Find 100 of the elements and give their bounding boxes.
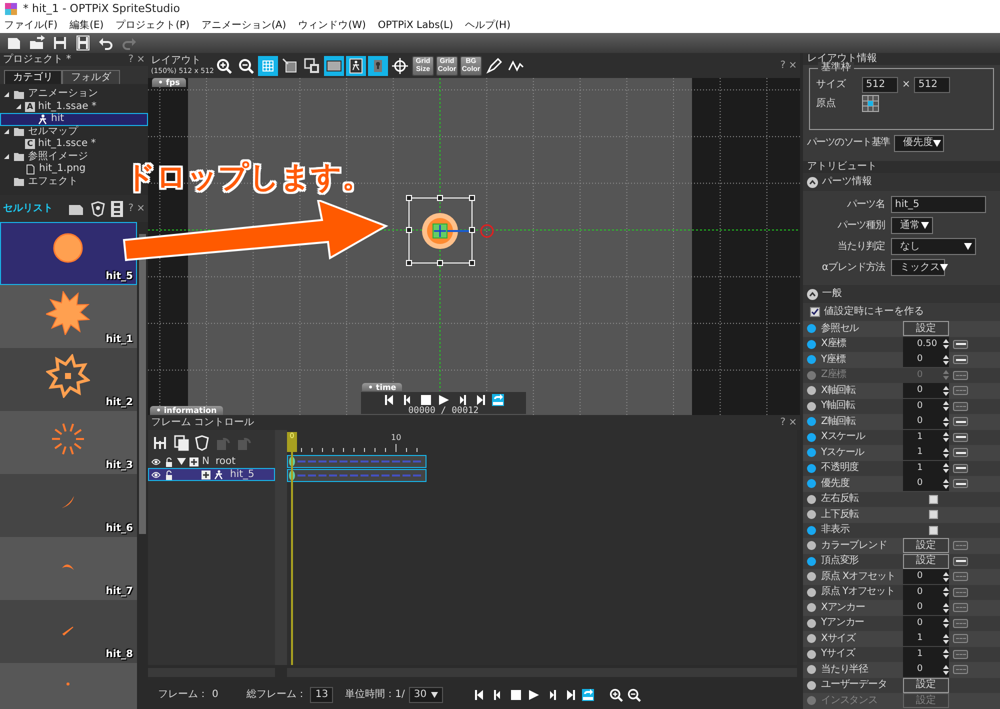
shield-icon[interactable] [90,200,106,216]
link-toggle[interactable] [953,556,968,566]
number-field[interactable]: 1 [903,460,949,476]
close-button[interactable]: × [136,202,145,214]
first-frame-icon[interactable] [384,394,396,406]
cell-item[interactable]: hit_1 [0,285,137,348]
tree-item[interactable]: C hit_1.ssce * [0,138,148,150]
expand-caret-icon[interactable] [177,457,186,466]
number-field[interactable]: 1 [903,430,949,445]
link-toggle[interactable] [953,417,968,426]
set-button[interactable]: 設定 [903,321,949,336]
number-field[interactable]: 0 [903,398,949,414]
tree-item[interactable]: 参照イメージ [0,150,148,163]
menu-item[interactable]: 編集(E) [70,20,104,32]
set-button[interactable]: 設定 [903,554,949,569]
menu-item[interactable]: OPTPiX Labs(L) [378,20,454,32]
zoom-in-icon[interactable] [216,58,232,74]
rotation-handle[interactable] [480,224,494,238]
link-toggle[interactable] [953,650,968,659]
number-field[interactable]: 0 [903,476,949,492]
menu-item[interactable]: アニメーション(A) [202,20,286,32]
total-frames-field[interactable]: 13 [310,686,334,702]
number-field[interactable]: 0 [903,414,949,430]
link-toggle[interactable] [953,432,968,442]
scrollbar[interactable] [137,222,148,709]
canvas-tab[interactable]: • fps [152,78,186,87]
timeline-track[interactable] [287,455,428,469]
cell-item[interactable]: hit_3 [0,411,137,474]
number-field[interactable]: 0 [903,569,949,584]
help-button[interactable]: ? [128,54,134,64]
crosshair-icon[interactable] [392,58,408,74]
spin-arrows-icon[interactable] [943,648,949,660]
close-button[interactable]: × [136,54,145,64]
eye-icon[interactable] [151,470,161,480]
part-row[interactable]: N root [148,455,275,468]
number-field[interactable]: 0 [903,616,949,631]
dropdown[interactable]: ミックス [891,259,945,276]
lock-icon[interactable] [164,470,174,480]
origin-marker[interactable] [432,224,448,238]
checkbox[interactable] [929,510,938,520]
link-toggle[interactable] [953,541,968,550]
spin-arrows-icon[interactable] [943,586,949,598]
spin-arrows-icon[interactable] [943,632,949,645]
spin-arrows-icon[interactable] [943,354,949,366]
figure-icon[interactable] [348,58,364,74]
link-toggle[interactable] [953,572,968,582]
spin-arrows-icon[interactable] [943,384,949,397]
spin-arrows-icon[interactable] [943,664,949,676]
canvas-tab[interactable]: • information [150,406,223,415]
number-field[interactable]: 1 [903,631,949,646]
loop-icon[interactable] [582,688,594,700]
spin-arrows-icon[interactable] [943,617,949,630]
save-icon[interactable] [52,35,68,51]
menu-item[interactable]: ファイル(F) [4,20,58,32]
cell-item[interactable]: hit_7 [0,537,137,600]
timeline-track[interactable] [287,469,428,483]
link-toggle[interactable] [953,464,968,473]
link-toggle[interactable] [953,386,968,396]
link-toggle[interactable] [953,603,968,612]
selection-box[interactable] [406,195,475,266]
shield-icon[interactable] [194,434,210,450]
play-icon[interactable] [528,688,540,700]
help-button[interactable]: ? [780,416,786,428]
number-field[interactable]: 0 [903,352,949,368]
height-field[interactable]: 512 [914,77,950,93]
spin-arrows-icon[interactable] [943,570,949,583]
link-toggle[interactable] [953,479,968,488]
expand-caret-icon[interactable] [3,153,10,160]
sort-dropdown[interactable]: 優先度 [894,134,944,152]
tab[interactable]: フォルダ [62,70,120,84]
link-toggle[interactable] [953,634,968,644]
number-field[interactable]: 1 [903,646,949,662]
number-field[interactable]: 0 [903,584,949,600]
tree-item[interactable]: アニメーション [0,88,148,100]
save-all-icon[interactable] [75,35,91,51]
scrollbar[interactable] [275,430,287,665]
tab[interactable]: カテゴリ [4,70,62,84]
overlap-squares-icon[interactable] [304,58,320,74]
stop-icon[interactable] [510,688,522,700]
copy-part-icon[interactable] [173,434,189,450]
film-strip-icon[interactable] [109,200,126,218]
tree-item[interactable]: セルマップ [0,126,148,138]
rectangle-icon[interactable] [326,58,342,74]
checkbox[interactable] [929,494,938,504]
number-field[interactable]: 0 [903,600,949,616]
set-button[interactable]: 設定 [903,538,949,554]
play-icon[interactable] [438,394,450,406]
expand-caret-icon[interactable] [15,103,22,110]
spin-arrows-icon[interactable] [943,602,949,614]
spin-arrows-icon[interactable] [943,416,949,428]
close-button[interactable]: × [788,60,797,70]
spin-arrows-icon[interactable] [943,431,949,444]
checkbox[interactable] [810,307,820,317]
cell-item[interactable]: hit_8 [0,600,137,663]
link-toggle[interactable] [953,618,968,628]
unit-time-dropdown[interactable]: 30 [408,686,443,702]
stop-icon[interactable] [420,394,432,406]
number-field[interactable]: 0.50 [903,336,949,352]
dropdown[interactable]: 通常 [891,217,933,234]
spin-arrows-icon[interactable] [943,478,949,490]
